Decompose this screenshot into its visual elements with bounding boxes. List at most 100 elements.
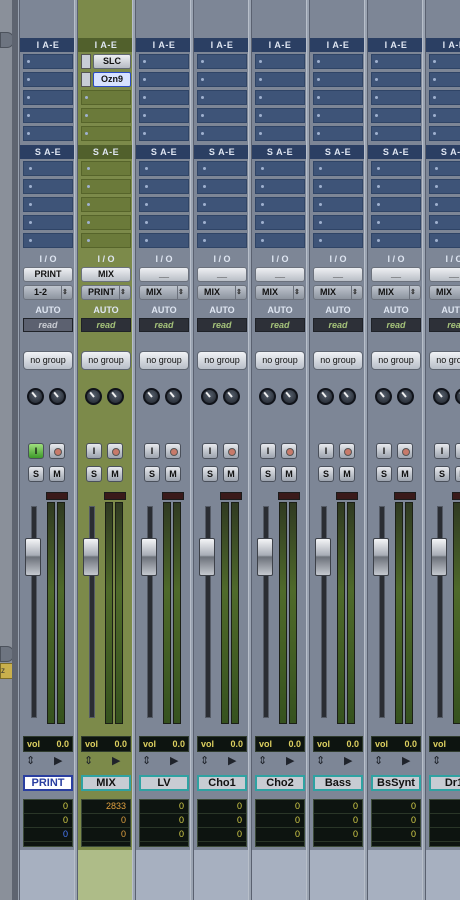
up-down-arrows-icon[interactable]: ⇕ xyxy=(84,754,93,767)
send-slot[interactable] xyxy=(255,197,305,212)
input-selector[interactable]: __ xyxy=(313,267,363,282)
insert-slot[interactable]: Ozn9 xyxy=(81,72,131,87)
send-slot[interactable] xyxy=(255,215,305,230)
forward-arrows-icon[interactable]: ▶ xyxy=(54,754,62,767)
volume-readout[interactable]: vol0.0 xyxy=(255,736,305,752)
track-name[interactable]: BsSynt xyxy=(371,775,421,791)
record-enable-button[interactable] xyxy=(397,443,413,459)
record-enable-button[interactable] xyxy=(223,443,239,459)
volume-readout[interactable]: vol0.0 xyxy=(371,736,421,752)
insert-slot[interactable] xyxy=(139,72,189,87)
send-slot[interactable] xyxy=(23,161,73,176)
insert-slot[interactable] xyxy=(313,90,363,105)
send-slot[interactable] xyxy=(81,215,131,230)
insert-slot[interactable] xyxy=(197,126,247,141)
input-selector[interactable]: __ xyxy=(197,267,247,282)
up-down-arrows-icon[interactable]: ⇕ xyxy=(26,754,35,767)
send-slot[interactable] xyxy=(371,179,421,194)
record-enable-button[interactable] xyxy=(281,443,297,459)
volume-fader[interactable] xyxy=(199,538,215,576)
solo-button[interactable]: S xyxy=(434,466,450,482)
insert-slot[interactable] xyxy=(139,108,189,123)
up-down-arrows-icon[interactable]: ⇕ xyxy=(200,754,209,767)
track-name[interactable]: Cho2 xyxy=(255,775,305,791)
insert-slot[interactable] xyxy=(371,126,421,141)
track-name[interactable]: PRINT xyxy=(23,775,73,791)
send-slot[interactable] xyxy=(81,197,131,212)
solo-button[interactable]: S xyxy=(376,466,392,482)
send-slot[interactable] xyxy=(371,233,421,248)
mute-button[interactable]: M xyxy=(49,466,65,482)
pan-right-knob[interactable] xyxy=(223,388,240,405)
mute-button[interactable]: M xyxy=(455,466,460,482)
pan-right-knob[interactable] xyxy=(107,388,124,405)
pan-left-knob[interactable] xyxy=(27,388,44,405)
up-down-arrows-icon[interactable]: ⇕ xyxy=(432,754,441,767)
insert-slot[interactable] xyxy=(197,108,247,123)
insert-slot[interactable] xyxy=(255,90,305,105)
input-monitor-button[interactable]: I xyxy=(376,443,392,459)
group-selector[interactable]: no group xyxy=(429,351,460,370)
send-slot[interactable] xyxy=(313,215,363,230)
output-selector[interactable]: MIX ⇕ xyxy=(313,285,363,300)
insert-slot[interactable] xyxy=(139,54,189,69)
group-selector[interactable]: no group xyxy=(371,351,421,370)
mute-button[interactable]: M xyxy=(339,466,355,482)
volume-readout[interactable]: vol0.0 xyxy=(23,736,73,752)
volume-readout[interactable]: vol0.0 xyxy=(429,736,460,752)
insert-plugin-button[interactable]: Ozn9 xyxy=(93,72,131,87)
group-selector[interactable]: no group xyxy=(313,351,363,370)
input-selector[interactable]: __ xyxy=(255,267,305,282)
send-slot[interactable] xyxy=(197,215,247,230)
send-slot[interactable] xyxy=(139,179,189,194)
output-selector[interactable]: MIX ⇕ xyxy=(139,285,189,300)
insert-slot[interactable] xyxy=(197,72,247,87)
send-slot[interactable] xyxy=(255,179,305,194)
send-slot[interactable] xyxy=(255,233,305,248)
send-slot[interactable] xyxy=(255,161,305,176)
volume-fader[interactable] xyxy=(373,538,389,576)
insert-slot[interactable] xyxy=(197,54,247,69)
send-slot[interactable] xyxy=(429,215,460,230)
send-slot[interactable] xyxy=(81,233,131,248)
input-selector[interactable]: PRINT xyxy=(23,267,73,282)
send-slot[interactable] xyxy=(197,233,247,248)
send-slot[interactable] xyxy=(429,233,460,248)
forward-arrows-icon[interactable]: ▶ xyxy=(344,754,352,767)
send-slot[interactable] xyxy=(371,215,421,230)
insert-slot[interactable] xyxy=(313,126,363,141)
insert-slot[interactable] xyxy=(313,72,363,87)
insert-slot[interactable] xyxy=(255,126,305,141)
pan-left-knob[interactable] xyxy=(143,388,160,405)
insert-slot[interactable] xyxy=(255,72,305,87)
up-down-arrows-icon[interactable]: ⇕ xyxy=(258,754,267,767)
automation-mode[interactable]: read xyxy=(197,318,247,332)
record-enable-button[interactable] xyxy=(339,443,355,459)
group-selector[interactable]: no group xyxy=(197,351,247,370)
insert-slot[interactable] xyxy=(81,126,131,141)
insert-plugin-button[interactable]: SLC xyxy=(93,54,131,69)
send-slot[interactable] xyxy=(23,197,73,212)
automation-mode[interactable]: read xyxy=(81,318,131,332)
insert-slot[interactable] xyxy=(371,54,421,69)
pan-left-knob[interactable] xyxy=(317,388,334,405)
group-selector[interactable]: no group xyxy=(23,351,73,370)
solo-button[interactable]: S xyxy=(144,466,160,482)
automation-mode[interactable]: read xyxy=(139,318,189,332)
pan-left-knob[interactable] xyxy=(259,388,276,405)
volume-readout[interactable]: vol0.0 xyxy=(139,736,189,752)
output-selector[interactable]: 1-2 ⇕ xyxy=(23,285,73,300)
pan-left-knob[interactable] xyxy=(201,388,218,405)
send-slot[interactable] xyxy=(313,233,363,248)
track-name[interactable]: Cho1 xyxy=(197,775,247,791)
mute-button[interactable]: M xyxy=(223,466,239,482)
input-selector[interactable]: MIX xyxy=(81,267,131,282)
send-slot[interactable] xyxy=(139,233,189,248)
send-slot[interactable] xyxy=(429,197,460,212)
insert-slot[interactable] xyxy=(197,90,247,105)
insert-slot[interactable] xyxy=(429,126,460,141)
pan-left-knob[interactable] xyxy=(85,388,102,405)
pan-left-knob[interactable] xyxy=(375,388,392,405)
record-enable-button[interactable] xyxy=(49,443,65,459)
send-slot[interactable] xyxy=(313,161,363,176)
